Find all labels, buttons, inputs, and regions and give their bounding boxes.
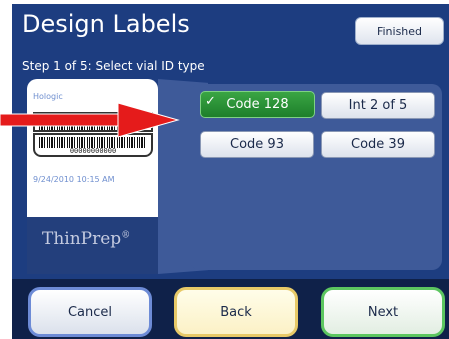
- id-type-code39-button[interactable]: Code 39: [321, 131, 435, 158]
- page-title: Design Labels: [22, 10, 190, 38]
- id-type-code128-button[interactable]: ✓ Code 128: [200, 91, 315, 118]
- touchscreen: Design Labels Finished Step 1 of 5: Sele…: [12, 4, 449, 339]
- brand-name: ThinPrep: [42, 229, 122, 249]
- step-instructions: Step 1 of 5: Select vial ID type: [22, 59, 205, 73]
- thinprep-logo: ThinPrep®: [42, 229, 152, 249]
- cancel-button[interactable]: Cancel: [28, 287, 152, 337]
- check-icon: ✓: [205, 94, 216, 109]
- id-type-panel: ✓ Code 128 Int 2 of 5 Code 93 Code 39: [190, 84, 442, 270]
- id-type-label: Code 93: [230, 137, 284, 152]
- registered-mark: ®: [121, 230, 131, 241]
- id-type-label: Int 2 of 5: [348, 98, 408, 113]
- id-type-code93-button[interactable]: Code 93: [200, 131, 314, 158]
- label-datetime: 9/24/2010 10:15 AM: [33, 175, 115, 184]
- id-type-int2of5-button[interactable]: Int 2 of 5: [321, 92, 435, 119]
- id-type-label: Code 39: [351, 137, 405, 152]
- finished-button[interactable]: Finished: [355, 17, 444, 45]
- next-button[interactable]: Next: [321, 287, 445, 337]
- id-type-label: Code 128: [226, 97, 289, 112]
- back-button[interactable]: Back: [174, 287, 298, 337]
- red-arrow-icon: [0, 102, 180, 138]
- barcode-digits: 00000000000: [69, 147, 117, 155]
